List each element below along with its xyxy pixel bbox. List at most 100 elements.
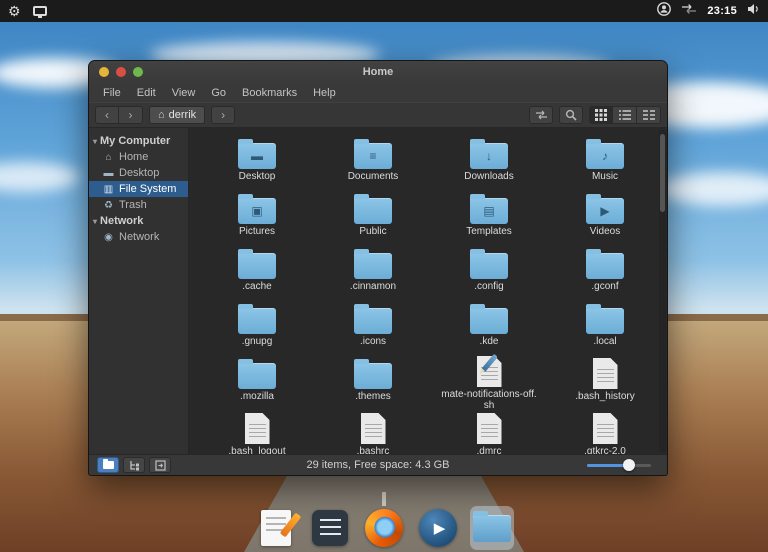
folder-icon: ▬ [238,143,276,169]
forward-button[interactable]: › [119,106,143,124]
file-item-dot-config[interactable]: .config [431,246,547,301]
file-icon-wrap [593,411,618,444]
folder-icon [470,253,508,279]
show-treeview-button[interactable] [123,457,145,473]
music-emblem-icon: ♪ [586,143,624,169]
file-item-Desktop[interactable]: ▬Desktop [199,136,315,191]
file-item-dot-themes[interactable]: .themes [315,356,431,411]
network-icon[interactable] [681,2,697,20]
dock-item-task-list[interactable] [308,506,352,550]
sidebar: My Computer⌂Home▬Desktop▥File System♻Tra… [89,128,189,454]
file-item-dot-dmrc[interactable]: .dmrc [431,411,547,454]
panel-right: 23:15 [657,2,768,21]
file-item-dot-gnupg[interactable]: .gnupg [199,301,315,356]
search-icon[interactable] [559,106,583,124]
file-icon-wrap [245,411,270,444]
back-button[interactable]: ‹ [95,106,119,124]
folder-icon [586,308,624,334]
user-icon[interactable] [657,2,671,21]
toggle-location-icon[interactable] [529,106,553,124]
zoom-knob[interactable] [623,459,635,471]
window-titlebar[interactable]: Home [89,61,667,83]
file-item-mate-notifications-off.sh[interactable]: mate-notifications-off.sh [431,356,547,411]
file-label: Downloads [464,171,513,182]
zoom-slider[interactable] [587,457,659,473]
sidebar-section-network[interactable]: Network [89,213,188,229]
file-label: .bashrc [357,446,390,454]
show-places-button[interactable] [97,457,119,473]
file-item-dot-cache[interactable]: .cache [199,246,315,301]
home-icon: ⌂ [103,152,114,163]
sidebar-item-desktop[interactable]: ▬Desktop [89,165,188,181]
maximize-button[interactable] [133,67,143,77]
folder-icon [470,308,508,334]
settings-icon[interactable]: ⚙ [8,4,21,18]
template-emblem-icon: ▤ [470,198,508,224]
file-item-dot-local[interactable]: .local [547,301,663,356]
window-controls [99,61,143,83]
file-item-dot-gconf[interactable]: .gconf [547,246,663,301]
icon-view-icon[interactable] [589,106,613,124]
sidebar-section-label: Network [100,215,143,227]
file-manager-window: Home FileEditViewGoBookmarksHelp ‹ › der… [88,60,668,476]
file-label: .bash_logout [228,446,285,454]
text-file-icon [361,413,386,444]
file-item-Downloads[interactable]: ↓Downloads [431,136,547,191]
menu-edit[interactable]: Edit [129,87,164,99]
scrollbar-thumb[interactable] [660,134,665,212]
trash-icon: ♻ [103,200,114,211]
menu-go[interactable]: Go [203,87,234,99]
file-icon-wrap [238,356,276,389]
sidebar-section-my-computer[interactable]: My Computer [89,133,188,149]
files-area[interactable]: ▬Desktop≡Documents↓Downloads ♪ Music ▣Pictu… [189,128,667,454]
dock-item-firefox[interactable] [362,506,406,550]
file-item-dot-mozilla[interactable]: .mozilla [199,356,315,411]
file-item-dot-bash_history[interactable]: .bash_history [547,356,663,411]
dock-item-media-player[interactable] [416,506,460,550]
menu-bookmarks[interactable]: Bookmarks [234,87,305,99]
minimize-button[interactable] [99,67,109,77]
text-file-icon [593,358,618,389]
folder-icon [238,308,276,334]
display-icon[interactable] [33,6,47,16]
show-hidden-button[interactable] [149,457,171,473]
menu-view[interactable]: View [164,87,204,99]
file-item-dot-gtkrc-2.0[interactable]: .gtkrc-2.0 [547,411,663,454]
breadcrumb-next-button[interactable]: › [211,106,235,124]
sidebar-item-home[interactable]: ⌂Home [89,149,188,165]
sidebar-item-file-system[interactable]: ▥File System [89,181,188,197]
file-item-dot-bashrc[interactable]: .bashrc [315,411,431,454]
file-item-Pictures[interactable]: ▣Pictures [199,191,315,246]
file-item-Documents[interactable]: ≡Documents [315,136,431,191]
list-view-icon[interactable] [613,106,637,124]
file-label: .cache [242,281,271,292]
file-item-dot-bash_logout[interactable]: .bash_logout [199,411,315,454]
file-icon-wrap [361,411,386,444]
folder-icon: ♪ [586,143,624,169]
close-button[interactable] [116,67,126,77]
menu-help[interactable]: Help [305,87,344,99]
file-icon-wrap [354,246,392,279]
file-item-Music[interactable]: ♪ Music [547,136,663,191]
volume-icon[interactable] [747,2,760,20]
file-icon-wrap [593,356,618,389]
breadcrumb[interactable]: derrik [149,106,205,124]
dock-item-file-manager[interactable] [470,506,514,550]
sidebar-item-trash[interactable]: ♻Trash [89,197,188,213]
file-item-Videos[interactable]: ▶Videos [547,191,663,246]
compact-view-icon[interactable] [637,106,661,124]
file-item-dot-kde[interactable]: .kde [431,301,547,356]
file-icon-wrap [354,356,392,389]
file-item-dot-icons[interactable]: .icons [315,301,431,356]
file-item-dot-cinnamon[interactable]: .cinnamon [315,246,431,301]
panel-clock[interactable]: 23:15 [707,5,737,17]
breadcrumb-label: derrik [169,109,197,121]
file-label: Music [592,171,618,182]
vertical-scrollbar[interactable] [659,130,666,452]
sidebar-item-network[interactable]: ◉Network [89,229,188,245]
dock-item-text-editor[interactable] [254,506,298,550]
file-item-Public[interactable]: Public [315,191,431,246]
file-item-Templates[interactable]: ▤Templates [431,191,547,246]
video-emblem-icon: ▶ [586,198,624,224]
menu-file[interactable]: File [95,87,129,99]
